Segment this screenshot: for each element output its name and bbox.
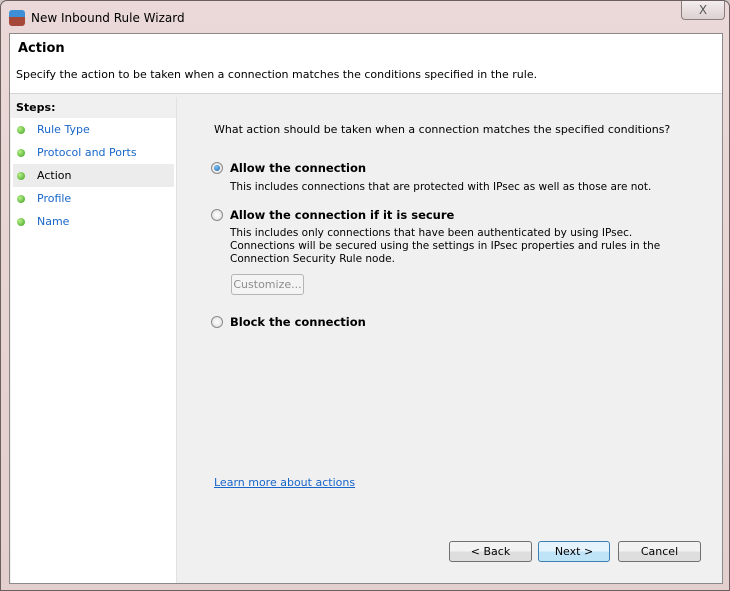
option-description: This includes connections that are prote…: [230, 181, 652, 193]
option-description: This includes only connections that have…: [230, 227, 661, 265]
option-label: Block the connection: [230, 315, 366, 329]
main-pane: What action should be taken when a conne…: [178, 97, 722, 583]
step-protocol-ports[interactable]: Protocol and Ports: [13, 141, 174, 164]
client-area: Action Specify the action to be taken wh…: [9, 33, 723, 584]
step-label: Profile: [37, 192, 72, 205]
page-title: Action: [18, 41, 65, 56]
cancel-button[interactable]: Cancel: [618, 541, 701, 562]
step-name[interactable]: Name: [13, 210, 174, 233]
customize-button[interactable]: Customize...: [231, 274, 304, 295]
steps-pane: Steps: Rule Type Protocol and Ports Acti…: [11, 97, 177, 583]
step-label: Name: [37, 215, 70, 228]
step-profile[interactable]: Profile: [13, 187, 174, 210]
page-description: Specify the action to be taken when a co…: [16, 68, 538, 81]
step-label: Action: [37, 169, 72, 182]
close-button[interactable]: X: [681, 1, 725, 20]
status-dot-icon: [17, 148, 25, 157]
step-label: Protocol and Ports: [37, 146, 137, 159]
firewall-icon: [9, 10, 25, 26]
radio-icon[interactable]: [211, 316, 223, 328]
back-button[interactable]: < Back: [449, 541, 532, 562]
steps-heading: Steps:: [11, 97, 176, 118]
learn-more-link[interactable]: Learn more about actions: [214, 476, 355, 489]
radio-allow[interactable]: Allow the connection: [211, 161, 366, 175]
step-rule-type[interactable]: Rule Type: [13, 118, 174, 141]
option-label: Allow the connection: [230, 161, 367, 175]
radio-block[interactable]: Block the connection: [211, 315, 366, 329]
header: Action Specify the action to be taken wh…: [10, 34, 722, 94]
radio-selected-icon[interactable]: [211, 162, 223, 174]
window-title: New Inbound Rule Wizard: [31, 11, 185, 25]
radio-icon[interactable]: [211, 209, 223, 221]
status-dot-icon: [17, 171, 25, 180]
step-action[interactable]: Action: [13, 164, 174, 187]
status-dot-icon: [17, 217, 25, 226]
status-dot-icon: [17, 194, 25, 203]
option-label: Allow the connection if it is secure: [230, 208, 455, 222]
radio-allow-secure[interactable]: Allow the connection if it is secure: [211, 208, 454, 222]
question-text: What action should be taken when a conne…: [214, 123, 671, 136]
wizard-window: New Inbound Rule Wizard X Action Specify…: [0, 0, 730, 591]
title-bar: New Inbound Rule Wizard: [9, 7, 185, 29]
status-dot-icon: [17, 125, 25, 134]
next-button[interactable]: Next >: [538, 541, 610, 562]
step-label: Rule Type: [37, 123, 90, 136]
